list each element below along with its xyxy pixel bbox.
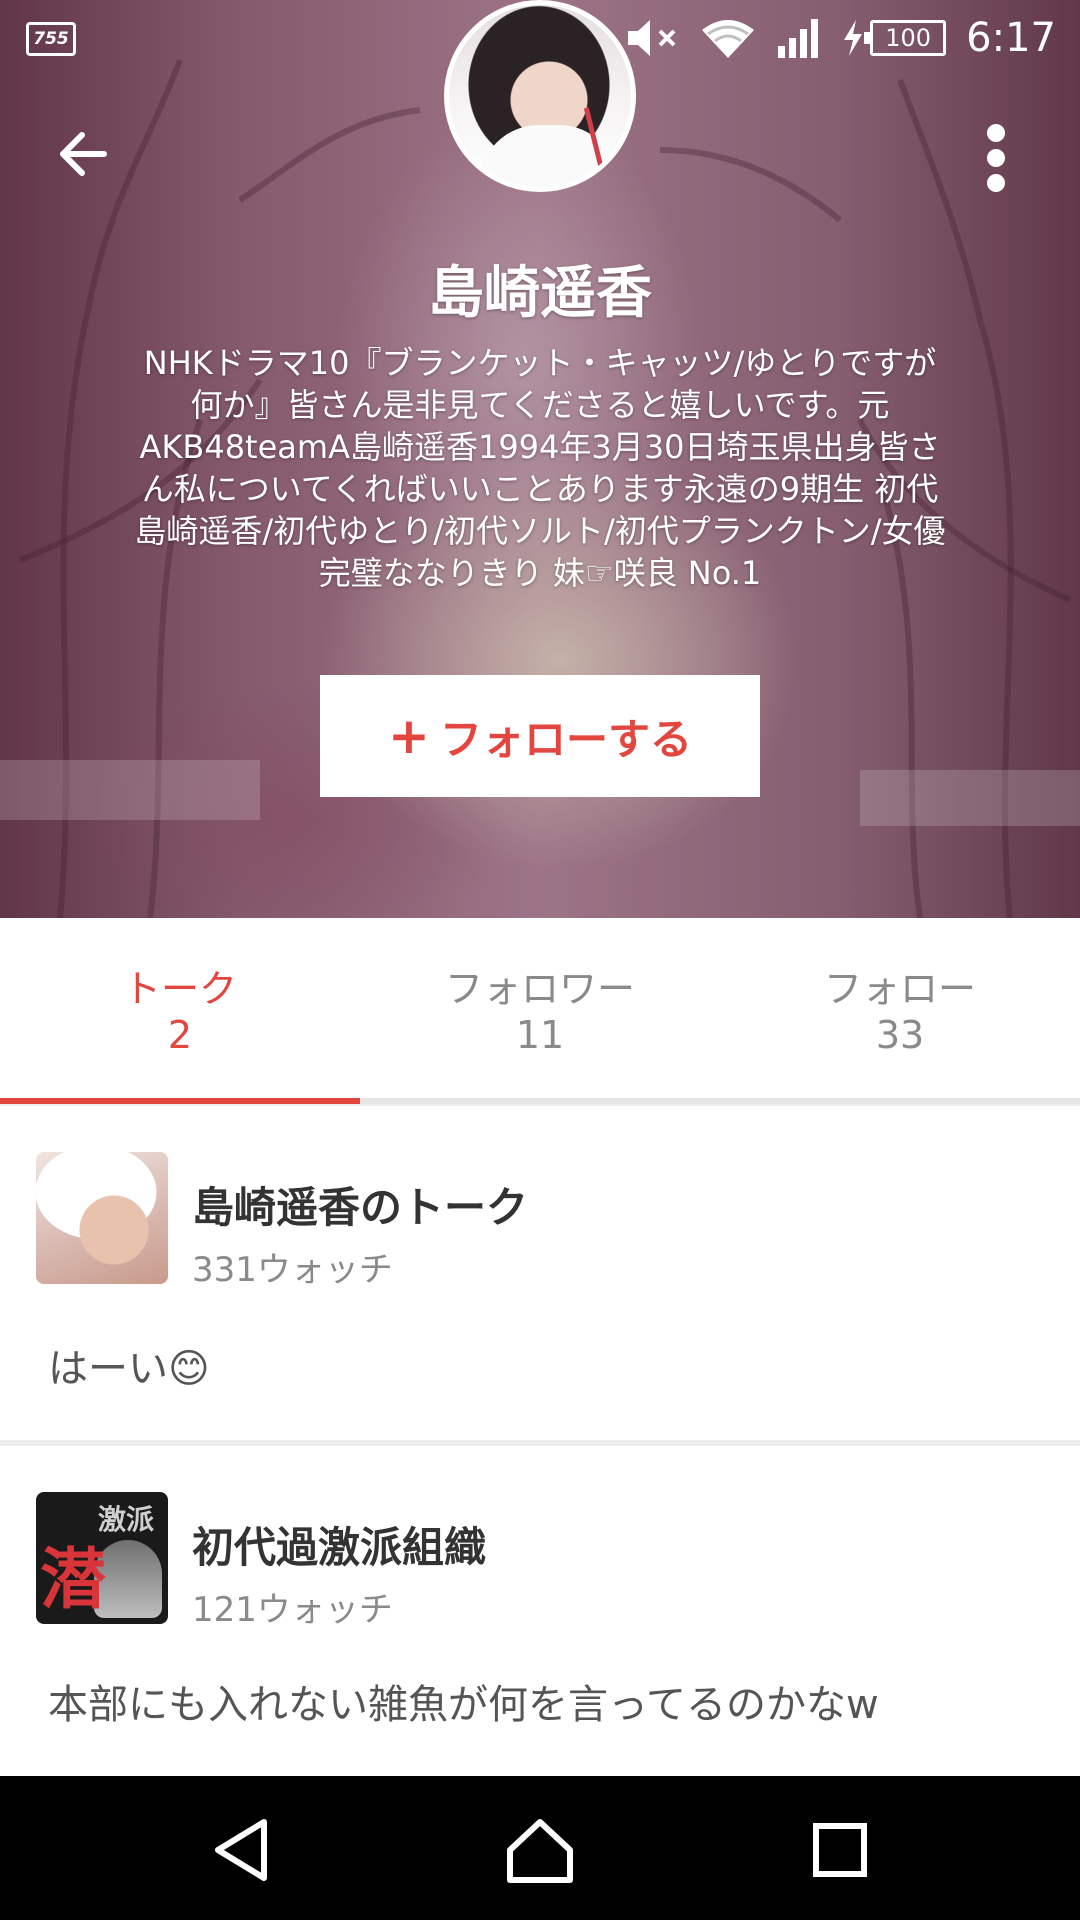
- talk-card[interactable]: 潜 激派 初代過激派組織 121ウォッチ 本部にも入れない雑魚が何を言ってるのか…: [0, 1446, 1080, 1776]
- nav-home-icon[interactable]: [500, 1810, 580, 1890]
- wifi-icon: [702, 20, 755, 58]
- battery-level: 100: [864, 20, 947, 56]
- talk-latest-message: はーい😊: [48, 1346, 210, 1392]
- tab-followers[interactable]: フォロワー 11: [360, 918, 720, 1104]
- tab-followers-count: 11: [515, 1013, 565, 1057]
- talk-thumbnail: 潜 激派: [36, 1492, 168, 1624]
- talk-watch-count: 331ウォッチ: [192, 1250, 393, 1290]
- tab-talks-label: トーク: [122, 967, 237, 1011]
- profile-name: 島崎遥香: [428, 261, 652, 326]
- system-nav-bar: [0, 1776, 1080, 1920]
- plus-icon: +: [388, 707, 430, 765]
- status-icons: 100 6:17: [574, 12, 1056, 64]
- charging-bolt-icon: [844, 20, 863, 56]
- back-button[interactable]: [54, 124, 114, 184]
- talk-title: 島崎遥香のトーク: [192, 1183, 529, 1232]
- volume-mute-icon: [628, 20, 676, 56]
- tab-following[interactable]: フォロー 33: [720, 918, 1080, 1104]
- profile-header: 755 100 6:17 島崎遥香 NHKドラマ10『ブランケット・キャッツ/ゆ…: [0, 0, 1080, 918]
- follow-button[interactable]: + フォローする: [320, 675, 760, 797]
- nav-back-icon[interactable]: [202, 1810, 282, 1890]
- tab-talks-count: 2: [167, 1013, 193, 1057]
- talk-thumbnail: [36, 1152, 168, 1284]
- tab-following-label: フォロー: [823, 967, 976, 1011]
- talk-latest-message: 本部にも入れない雑魚が何を言ってるのかなw: [48, 1682, 879, 1728]
- thumbnail-text: 激派: [98, 1503, 155, 1536]
- thumbnail-text: 潜: [40, 1541, 106, 1618]
- tab-talks[interactable]: トーク 2: [0, 918, 360, 1104]
- talk-watch-count: 121ウォッチ: [192, 1590, 393, 1630]
- app-notification-icon: 755: [26, 22, 76, 56]
- profile-tabs: トーク 2 フォロワー 11 フォロー 33: [0, 918, 1080, 1104]
- profile-avatar[interactable]: [444, 0, 636, 192]
- tab-active-indicator: [0, 1098, 360, 1104]
- follow-button-label: フォローする: [439, 714, 692, 764]
- talk-title: 初代過激派組織: [192, 1523, 487, 1572]
- talk-card[interactable]: 島崎遥香のトーク 331ウォッチ はーい😊: [0, 1106, 1080, 1440]
- status-time: 6:17: [966, 15, 1056, 61]
- arrow-left-icon: [60, 132, 107, 176]
- tab-following-count: 33: [875, 1013, 925, 1057]
- nav-recents-icon[interactable]: [800, 1810, 880, 1890]
- more-options-button[interactable]: [976, 118, 1016, 198]
- more-vertical-icon: [987, 124, 1005, 142]
- signal-icon: [778, 19, 819, 58]
- tab-followers-label: フォロワー: [444, 967, 635, 1011]
- profile-bio: NHKドラマ10『ブランケット・キャッツ/ゆとりですが何か』皆さん是非見てくださ…: [134, 344, 946, 592]
